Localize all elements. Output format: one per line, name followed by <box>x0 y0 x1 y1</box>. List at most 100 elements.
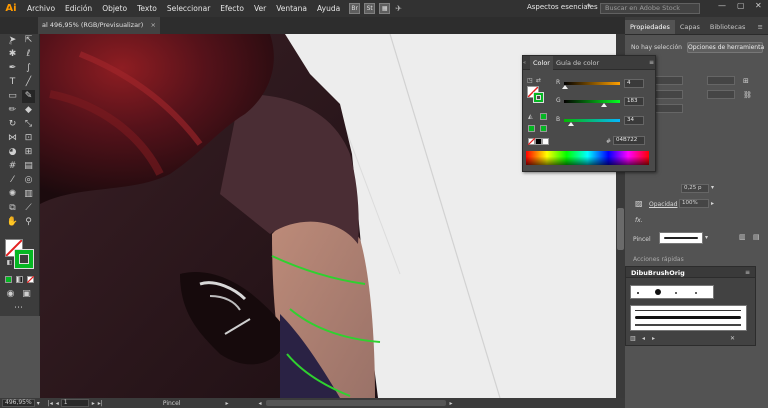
selection-tool-icon[interactable]: ➤ <box>6 34 19 47</box>
minimize-button[interactable]: — <box>718 1 726 10</box>
menu-ventana[interactable]: Ventana <box>271 4 312 13</box>
screen-mode-icon[interactable]: ▣ <box>20 288 33 301</box>
brush-library-menu-icon[interactable]: ▥ <box>630 335 636 342</box>
close-tab-icon[interactable]: × <box>151 17 156 34</box>
opacity-label[interactable]: Opacidad <box>649 201 677 208</box>
opacity-dropdown-icon[interactable]: ▸ <box>711 200 714 207</box>
y-field[interactable] <box>655 90 683 99</box>
tool-options-button[interactable]: Opciones de herramienta <box>687 42 764 53</box>
width-tool-icon[interactable]: ⋈ <box>6 132 19 145</box>
mesh-tool-icon[interactable]: # <box>6 160 19 173</box>
w-field[interactable] <box>707 76 735 85</box>
reference-point-icon[interactable]: ⊞ <box>743 77 749 85</box>
brush-library-icon[interactable]: ▥ <box>739 233 746 241</box>
web-safe-swatch[interactable] <box>528 125 535 132</box>
chevron-down-icon[interactable]: ▾ <box>587 2 591 10</box>
channel-value-r[interactable]: 4 <box>624 79 644 88</box>
close-window-button[interactable]: ✕ <box>755 1 762 10</box>
none-color-swatch[interactable] <box>528 138 535 145</box>
gpu-rocket-icon[interactable]: ✈ <box>395 4 402 13</box>
rotate-tool-icon[interactable]: ↻ <box>6 118 19 131</box>
status-menu-icon[interactable]: ▸ <box>225 400 228 407</box>
scale-tool-icon[interactable]: ⤡ <box>22 118 35 131</box>
out-of-gamut-icon[interactable]: ◭ <box>528 113 533 120</box>
first-artboard-icon[interactable]: |◂ <box>48 400 53 407</box>
delete-brush-icon[interactable]: ✕ <box>730 335 735 342</box>
slice-tool-icon[interactable]: ⟋ <box>22 202 35 215</box>
menu-ayuda[interactable]: Ayuda <box>312 4 345 13</box>
tab-color[interactable]: Color <box>530 56 553 70</box>
tab-capas[interactable]: Capas <box>675 20 705 34</box>
gradient-tool-icon[interactable]: ▤ <box>22 160 35 173</box>
hscroll-left-icon[interactable]: ◂ <box>258 400 261 407</box>
stroke-weight-field[interactable]: 0,25 p <box>681 184 709 193</box>
arrange-documents-icon[interactable]: ▦ <box>379 3 391 14</box>
eyedropper-tool-icon[interactable]: ⁄ <box>6 174 19 187</box>
black-swatch[interactable] <box>535 138 542 145</box>
color-spectrum[interactable] <box>526 151 649 165</box>
white-swatch[interactable] <box>542 138 549 145</box>
brush-strokes-list[interactable] <box>630 305 747 331</box>
menu-ver[interactable]: Ver <box>249 4 271 13</box>
brushes-panel-menu-icon[interactable]: ≡ <box>745 269 750 276</box>
hex-field[interactable]: 04B722 <box>613 136 645 145</box>
tab-bibliotecas[interactable]: Bibliotecas <box>705 20 750 34</box>
h-field[interactable] <box>707 90 735 99</box>
eraser-tool-icon[interactable]: ◆ <box>22 104 35 117</box>
next-artboard-icon[interactable]: ▸ <box>92 400 95 407</box>
none-mode-icon[interactable] <box>27 276 34 283</box>
stroke-weight-dropdown-icon[interactable]: ▾ <box>711 184 714 191</box>
link-dimensions-icon[interactable]: ⛓ <box>743 91 752 99</box>
column-graph-tool-icon[interactable]: ▥ <box>22 188 35 201</box>
line-tool-icon[interactable]: ╱ <box>22 76 35 89</box>
default-fill-stroke-icon[interactable]: ◧ <box>3 256 16 269</box>
rotate-field[interactable] <box>655 104 683 113</box>
menu-seleccionar[interactable]: Seleccionar <box>162 4 215 13</box>
stock-search-input[interactable]: Buscar en Adobe Stock <box>600 3 700 14</box>
shaper-tool-icon[interactable]: ✏ <box>6 104 19 117</box>
brush-options-icon[interactable]: ▤ <box>753 233 760 241</box>
scrollbar-thumb[interactable] <box>617 208 624 250</box>
maximize-button[interactable]: ▢ <box>737 1 745 10</box>
horizontal-scrollbar[interactable] <box>265 400 446 406</box>
panel-menu-icon[interactable]: ≡ <box>753 20 768 34</box>
symbol-sprayer-tool-icon[interactable]: ✺ <box>6 188 19 201</box>
type-tool-icon[interactable]: T <box>6 76 19 89</box>
color-mode-icon[interactable] <box>5 276 12 283</box>
hscroll-right-icon[interactable]: ▸ <box>450 400 453 407</box>
zoom-dropdown-icon[interactable]: ▾ <box>37 400 40 407</box>
free-transform-tool-icon[interactable]: ⊡ <box>22 132 35 145</box>
web-safe-alt-swatch[interactable] <box>540 125 547 132</box>
channel-slider-r[interactable] <box>564 82 620 85</box>
pen-tool-icon[interactable]: ✒ <box>6 62 19 75</box>
brush-dropdown-icon[interactable]: ▾ <box>705 234 708 241</box>
last-artboard-icon[interactable]: ▸| <box>98 400 103 407</box>
gradient-mode-icon[interactable] <box>16 276 23 283</box>
tab-guia-de-color[interactable]: Guía de color <box>553 56 602 70</box>
artboard-tool-icon[interactable]: ⧉ <box>6 202 19 215</box>
color-panel-menu-icon[interactable]: ≡ <box>646 56 657 70</box>
brush-prev-icon[interactable]: ◂ <box>642 335 645 342</box>
channel-value-b[interactable]: 34 <box>624 116 644 125</box>
prev-artboard-icon[interactable]: ◂ <box>56 400 59 407</box>
fx-label[interactable]: fx. <box>635 217 643 224</box>
lasso-tool-icon[interactable]: ℓ <box>22 48 35 61</box>
draw-mode-icon[interactable]: ◉ <box>4 288 17 301</box>
menu-archivo[interactable]: Archivo <box>22 4 60 13</box>
bridge-button[interactable]: Br <box>349 3 361 14</box>
brush-swatches-row[interactable] <box>630 285 714 299</box>
paintbrush-tool-icon[interactable]: ✎ <box>22 90 35 103</box>
menu-efecto[interactable]: Efecto <box>215 4 249 13</box>
magic-wand-tool-icon[interactable]: ✱ <box>6 48 19 61</box>
zoom-field[interactable]: 496,95% <box>2 399 35 407</box>
edit-toolbar-icon[interactable]: ⋯ <box>12 302 25 315</box>
brush-next-icon[interactable]: ▸ <box>652 335 655 342</box>
curvature-tool-icon[interactable]: ∫ <box>22 62 35 75</box>
document-tab[interactable]: al 496,95% (RGB/Previsualizar) × <box>38 17 160 34</box>
artboard-number-field[interactable]: 1 <box>60 399 89 407</box>
opacity-field[interactable]: 100% <box>679 199 709 208</box>
perspective-grid-tool-icon[interactable]: ⊞ <box>22 146 35 159</box>
color-stroke-swatch[interactable] <box>533 92 544 103</box>
menu-objeto[interactable]: Objeto <box>97 4 132 13</box>
brush-preview[interactable] <box>659 232 703 244</box>
